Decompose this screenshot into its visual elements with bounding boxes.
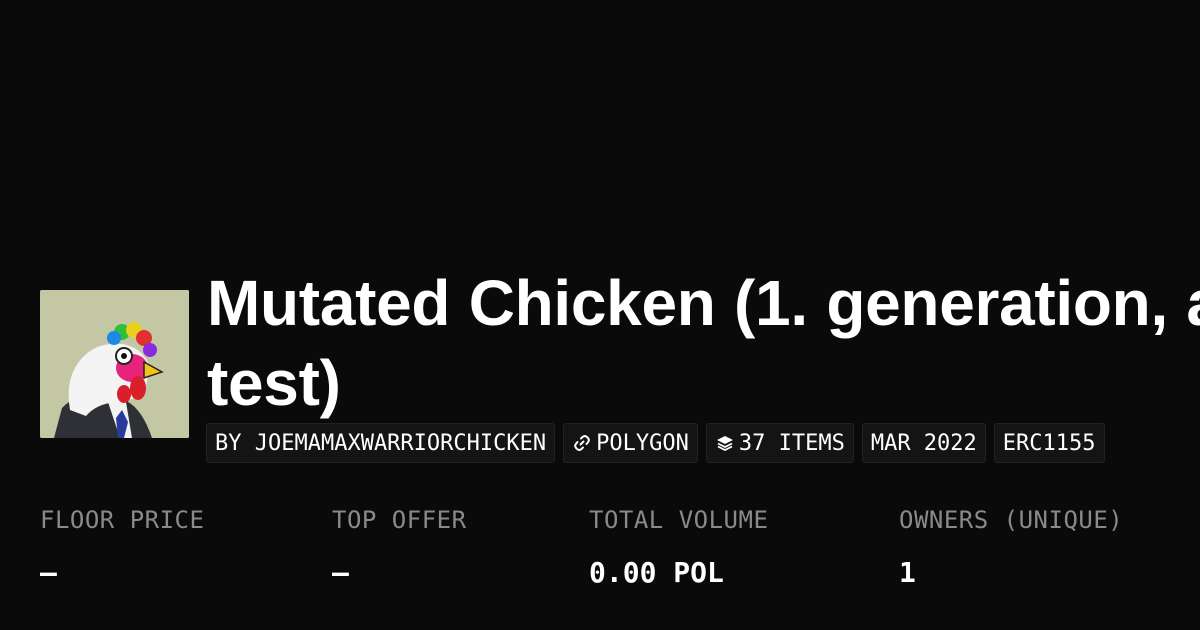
standard-tag: ERC1155: [993, 423, 1105, 463]
chain-tag[interactable]: POLYGON: [563, 423, 698, 463]
floor-price-value: –: [40, 556, 57, 589]
items-label: 37 ITEMS: [738, 430, 845, 456]
top-offer-label: TOP OFFER: [332, 506, 467, 534]
owners-stat: OWNERS (UNIQUE) 1: [899, 506, 1123, 589]
creator-tag[interactable]: BY JOEMAMAXWARRIORCHICKEN: [206, 423, 556, 463]
chain-label: POLYGON: [596, 430, 689, 456]
collection-avatar: [40, 290, 189, 438]
date-label: MAR 2022: [870, 430, 977, 456]
chicken-image: [40, 290, 189, 438]
layers-icon: [715, 433, 735, 453]
owners-label: OWNERS (UNIQUE): [899, 506, 1124, 534]
total-volume-label: TOTAL VOLUME: [589, 506, 769, 534]
total-volume-stat: TOTAL VOLUME 0.00 POL: [589, 506, 768, 589]
standard-label: ERC1155: [1002, 430, 1096, 456]
creator-label: BY JOEMAMAXWARRIORCHICKEN: [215, 430, 547, 456]
link-chain-icon: [572, 433, 592, 453]
collection-tags: BY JOEMAMAXWARRIORCHICKEN POLYGON 37 ITE…: [206, 423, 1105, 463]
floor-price-label: FLOOR PRICE: [40, 506, 205, 534]
floor-price-stat: FLOOR PRICE –: [40, 506, 204, 589]
owners-value: 1: [899, 556, 916, 589]
collection-title: Mutated Chicken (1. generation, a test): [207, 267, 1200, 419]
top-offer-value: –: [332, 556, 349, 589]
items-tag: 37 ITEMS: [705, 423, 854, 463]
total-volume-value: 0.00 POL: [589, 556, 724, 589]
top-offer-stat: TOP OFFER –: [332, 506, 467, 589]
date-tag: MAR 2022: [861, 423, 986, 463]
